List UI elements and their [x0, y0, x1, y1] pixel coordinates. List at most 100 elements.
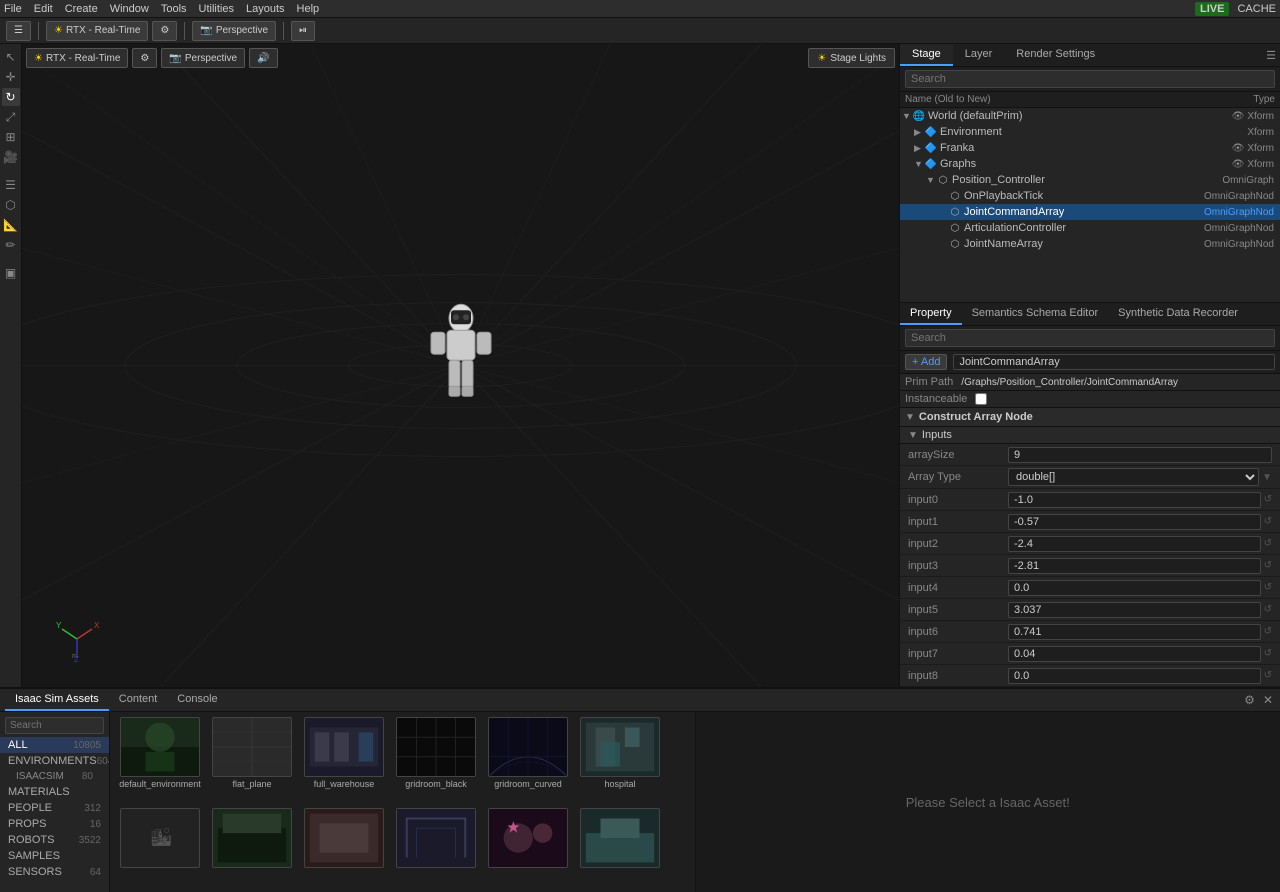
tab-render-settings[interactable]: Render Settings: [1004, 44, 1107, 66]
asset-cat-props[interactable]: PROPS 16: [0, 816, 109, 832]
tree-item-onplayback[interactable]: ⬡ OnPlaybackTick OmniGraphNod: [900, 188, 1280, 204]
prop-input4-reset[interactable]: ↺: [1264, 582, 1272, 593]
visibility-franka[interactable]: 👁: [1232, 143, 1245, 154]
tree-item-joint-command[interactable]: ⬡ JointCommandArray OmniGraphNod: [900, 204, 1280, 220]
tab-synthetic[interactable]: Synthetic Data Recorder: [1108, 303, 1248, 325]
visibility-world[interactable]: 👁: [1232, 111, 1245, 122]
stage-filter-btn[interactable]: ☰: [1266, 49, 1276, 62]
move-tool[interactable]: ✛: [2, 68, 20, 86]
prop-input7-reset[interactable]: ↺: [1264, 648, 1272, 659]
tab-semantics[interactable]: Semantics Schema Editor: [962, 303, 1109, 325]
stage-lights-btn[interactable]: ☀ Stage Lights: [808, 48, 895, 68]
playback-btn[interactable]: ⏯: [291, 21, 315, 41]
prop-input1-reset[interactable]: ↺: [1264, 516, 1272, 527]
stage-tree[interactable]: ▼ 🌐 World (defaultPrim) 👁 Xform ▶ 🔷 Envi…: [900, 108, 1280, 302]
prop-input5-input[interactable]: [1008, 602, 1261, 618]
snap-tool[interactable]: ⊞: [2, 128, 20, 146]
tree-item-environment[interactable]: ▶ 🔷 Environment Xform: [900, 124, 1280, 140]
prop-input7-input[interactable]: [1008, 646, 1261, 662]
viewport[interactable]: ☀ RTX - Real-Time ⚙ 📷 Perspective 🔊 ☀ St…: [22, 44, 900, 687]
camera-tool[interactable]: 🎥: [2, 148, 20, 166]
asset-cat-people[interactable]: PEOPLE 312: [0, 800, 109, 816]
asset-cat-materials[interactable]: MATERIALS: [0, 784, 109, 800]
rtx-options-btn[interactable]: ⚙: [152, 21, 177, 41]
asset-sub-env[interactable]: ISAACSIM 80: [0, 769, 109, 784]
tree-item-franka[interactable]: ▶ 🔷 Franka 👁 Xform: [900, 140, 1280, 156]
property-search-input[interactable]: [905, 329, 1275, 347]
menu-edit[interactable]: Edit: [34, 3, 53, 15]
menu-tools[interactable]: Tools: [161, 3, 187, 15]
vp-options-btn[interactable]: ⚙: [132, 48, 157, 68]
asset-cat-samples[interactable]: SAMPLES: [0, 848, 109, 864]
asset-cat-environments[interactable]: ENVIRONMENTS 6040: [0, 753, 109, 769]
measure-tool[interactable]: 📐: [2, 216, 20, 234]
instanceable-checkbox[interactable]: [975, 393, 987, 405]
asset-cat-robots[interactable]: ROBOTS 3522: [0, 832, 109, 848]
stage-search-input[interactable]: [905, 70, 1275, 88]
tab-layer[interactable]: Layer: [953, 44, 1005, 66]
inputs-group[interactable]: ▼ Inputs: [900, 427, 1280, 444]
toolbar-menu-btn[interactable]: ☰: [6, 21, 31, 41]
rtx-realtime-btn[interactable]: ☀ RTX - Real-Time: [26, 48, 128, 68]
prop-input3-input[interactable]: [1008, 558, 1261, 574]
select-tool[interactable]: ↖: [2, 48, 20, 66]
tree-item-world[interactable]: ▼ 🌐 World (defaultPrim) 👁 Xform: [900, 108, 1280, 124]
prop-input2-reset[interactable]: ↺: [1264, 538, 1272, 549]
asset-item-r2-6[interactable]: [575, 808, 665, 887]
scale-tool[interactable]: ⤢: [2, 108, 20, 126]
tree-item-position-controller[interactable]: ▼ ⬡ Position_Controller OmniGraph: [900, 172, 1280, 188]
prop-input0-input[interactable]: [1008, 492, 1261, 508]
light-tool[interactable]: ☰: [2, 176, 20, 194]
menu-help[interactable]: Help: [297, 3, 320, 15]
add-property-btn[interactable]: + Add: [905, 354, 947, 370]
add-name-input[interactable]: [953, 354, 1275, 370]
prop-input4-input[interactable]: [1008, 580, 1261, 596]
prop-input6-reset[interactable]: ↺: [1264, 626, 1272, 637]
rtx-mode-btn[interactable]: ☀ RTX - Real-Time: [46, 21, 148, 41]
tree-item-articulation[interactable]: ⬡ ArticulationController OmniGraphNod: [900, 220, 1280, 236]
prop-input6-input[interactable]: [1008, 624, 1261, 640]
tab-console[interactable]: Console: [167, 689, 227, 711]
prop-input8-reset[interactable]: ↺: [1264, 670, 1272, 681]
asset-item-r2-4[interactable]: [391, 808, 481, 887]
prop-input3-reset[interactable]: ↺: [1264, 560, 1272, 571]
asset-search-input[interactable]: [5, 717, 104, 734]
asset-item-gridroom-black[interactable]: gridroom_black: [391, 717, 481, 806]
prop-arraytype-reset[interactable]: ▼: [1262, 472, 1272, 483]
menu-file[interactable]: File: [4, 3, 22, 15]
prop-input0-reset[interactable]: ↺: [1264, 494, 1272, 505]
asset-item-gridroom-curved[interactable]: gridroom_curved: [483, 717, 573, 806]
tree-item-graphs[interactable]: ▼ 🔷 Graphs 👁 Xform: [900, 156, 1280, 172]
asset-item-r2-5[interactable]: [483, 808, 573, 887]
prop-input8-input[interactable]: [1008, 668, 1261, 684]
asset-cat-all[interactable]: ALL 10805: [0, 737, 109, 753]
construct-array-section[interactable]: ▼ Construct Array Node: [900, 408, 1280, 427]
extra-tool[interactable]: ▣: [2, 264, 20, 282]
annotate-tool[interactable]: ✏: [2, 236, 20, 254]
menu-layouts[interactable]: Layouts: [246, 3, 285, 15]
physics-tool[interactable]: ⬡: [2, 196, 20, 214]
perspective-btn[interactable]: 📷 Perspective: [192, 21, 276, 41]
prop-arraysize-input[interactable]: [1008, 447, 1272, 463]
prop-input1-input[interactable]: [1008, 514, 1261, 530]
asset-item-default-env[interactable]: default_environment: [115, 717, 205, 806]
vp-perspective-btn[interactable]: 📷 Perspective: [161, 48, 245, 68]
tab-isaac-assets[interactable]: Isaac Sim Assets: [5, 689, 109, 711]
asset-item-r2-1[interactable]: 🏙: [115, 808, 205, 887]
prop-input2-input[interactable]: [1008, 536, 1261, 552]
tree-item-joint-name[interactable]: ⬡ JointNameArray OmniGraphNod: [900, 236, 1280, 252]
menu-utilities[interactable]: Utilities: [199, 3, 234, 15]
prop-arraytype-select[interactable]: double[]: [1008, 468, 1259, 486]
asset-item-full-warehouse[interactable]: full_warehouse: [299, 717, 389, 806]
asset-item-hospital[interactable]: hospital: [575, 717, 665, 806]
bottom-close-btn[interactable]: ✕: [1261, 691, 1275, 709]
asset-item-r2-2[interactable]: [207, 808, 297, 887]
tab-content[interactable]: Content: [109, 689, 168, 711]
rotate-tool[interactable]: ↻: [2, 88, 20, 106]
tab-property[interactable]: Property: [900, 303, 962, 325]
tab-stage[interactable]: Stage: [900, 44, 953, 66]
menu-window[interactable]: Window: [110, 3, 149, 15]
vp-audio-btn[interactable]: 🔊: [249, 48, 277, 68]
visibility-graphs[interactable]: 👁: [1232, 159, 1245, 170]
prop-input5-reset[interactable]: ↺: [1264, 604, 1272, 615]
